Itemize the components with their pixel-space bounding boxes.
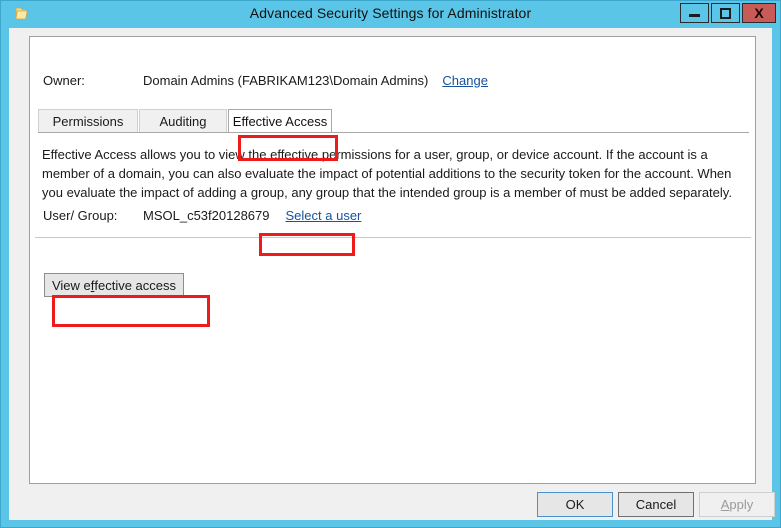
view-effective-access-button[interactable]: View e f fective access <box>44 273 184 297</box>
dialog-footer: OK Cancel Apply <box>9 492 775 520</box>
user-group-label: User/ Group: <box>43 208 118 223</box>
owner-row: Owner: Domain Admins (FABRIKAM123\Domain… <box>43 73 488 91</box>
select-a-user-link[interactable]: Select a user <box>285 208 361 223</box>
tab-strip: Permissions Auditing Effective Access <box>38 109 749 133</box>
owner-value: Domain Admins (FABRIKAM123\Domain Admins… <box>143 73 429 88</box>
tab-permissions[interactable]: Permissions <box>38 109 138 133</box>
user-group-value: MSOL_c53f20128679 <box>143 208 270 223</box>
cancel-button[interactable]: Cancel <box>618 492 694 517</box>
owner-label: Owner: <box>43 73 85 88</box>
tab-auditing[interactable]: Auditing <box>139 109 227 133</box>
apply-button: Apply <box>699 492 775 517</box>
maximize-icon <box>720 7 731 19</box>
content-panel: Owner: Domain Admins (FABRIKAM123\Domain… <box>29 36 756 484</box>
tab-strip-divider <box>38 132 749 133</box>
effective-access-description: Effective Access allows you to view the … <box>42 147 732 200</box>
close-button[interactable]: X <box>742 3 776 23</box>
annotation-box-view-effective-access <box>52 295 210 327</box>
close-icon: X <box>754 5 764 21</box>
ok-button[interactable]: OK <box>537 492 613 517</box>
dialog-body: Owner: Domain Admins (FABRIKAM123\Domain… <box>9 28 775 520</box>
window-title: Advanced Security Settings for Administr… <box>249 5 532 21</box>
section-divider <box>35 237 751 238</box>
maximize-button[interactable] <box>711 3 740 23</box>
user-group-row: User/ Group: MSOL_c53f20128679 Select a … <box>43 208 361 226</box>
minimize-button[interactable] <box>680 3 709 23</box>
tab-effective-access[interactable]: Effective Access <box>228 109 332 133</box>
dialog-window: Advanced Security Settings for Administr… <box>0 0 781 528</box>
minimize-icon <box>689 14 700 17</box>
window-controls: X <box>680 3 776 23</box>
change-owner-link[interactable]: Change <box>442 73 488 88</box>
title-bar[interactable]: Advanced Security Settings for Administr… <box>1 1 780 28</box>
